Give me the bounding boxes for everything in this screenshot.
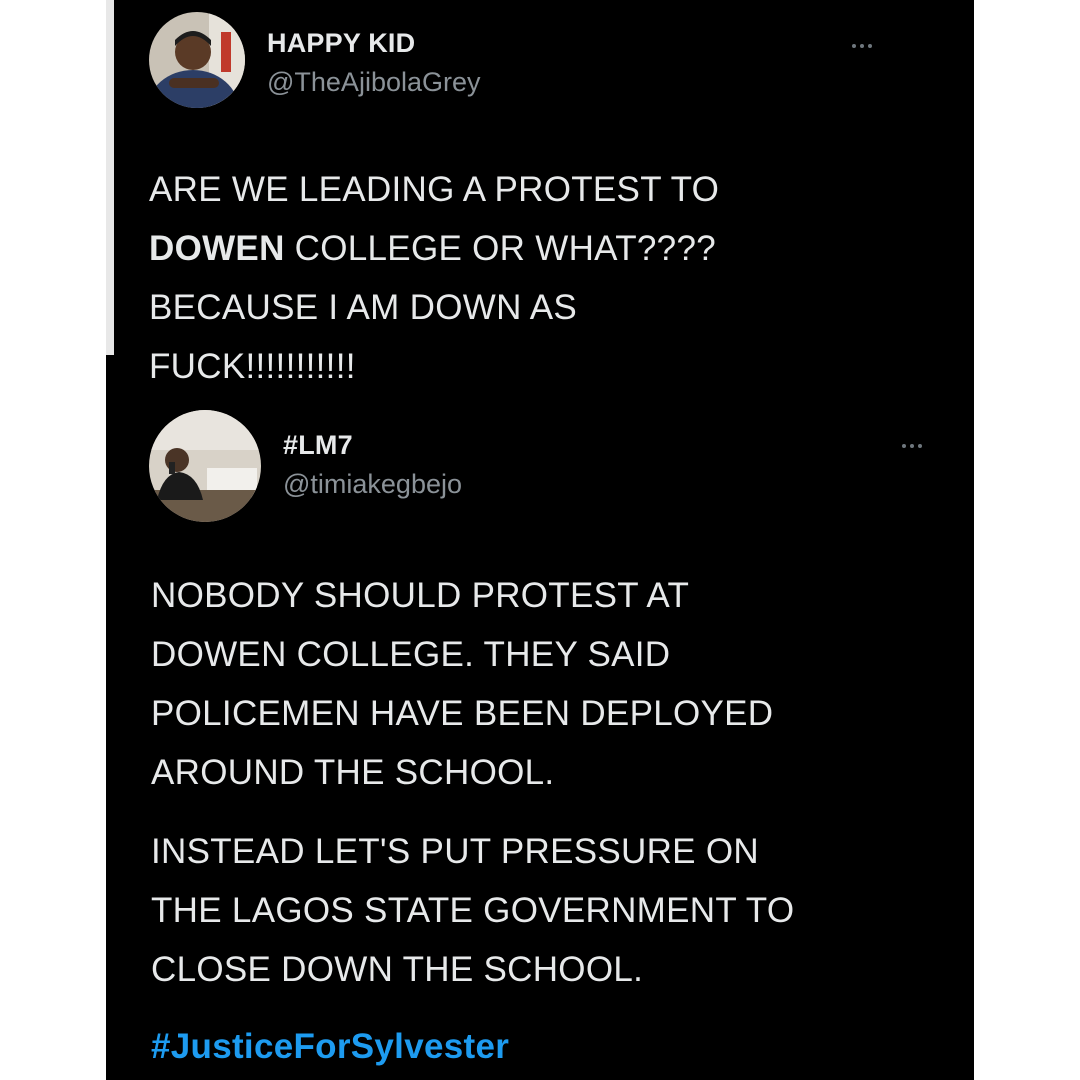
tweet-2-line: INSTEAD LET'S PUT PRESSURE ON <box>151 832 759 871</box>
bold-word: DOWEN <box>149 229 285 268</box>
tweet-2-line: AROUND THE SCHOOL. <box>151 753 555 792</box>
tweet-1-text: ARE WE LEADING A PROTEST TO DOWEN COLLEG… <box>149 160 719 396</box>
handle[interactable]: @timiakegbejo <box>283 469 462 500</box>
tweet-2-line: POLICEMEN HAVE BEEN DEPLOYED <box>151 694 774 733</box>
tweet-1-header: HAPPY KID @TheAjibolaGrey <box>149 12 481 108</box>
tweet-2-line: CLOSE DOWN THE SCHOOL. <box>151 950 644 989</box>
tweet-2-text: NOBODY SHOULD PROTEST AT DOWEN COLLEGE. … <box>151 566 794 1076</box>
tweet-1-line: FUCK!!!!!!!!!!! <box>149 347 356 386</box>
avatar[interactable] <box>149 410 261 522</box>
tweet-1-line: DOWEN COLLEGE OR WHAT???? <box>149 219 719 278</box>
display-name[interactable]: #LM7 <box>283 430 462 461</box>
tweet-1-line: BECAUSE I AM DOWN AS <box>149 288 578 327</box>
handle[interactable]: @TheAjibolaGrey <box>267 67 481 98</box>
tweet-2-line: DOWEN COLLEGE. THEY SAID <box>151 635 671 674</box>
more-horizontal-icon[interactable] <box>852 44 872 48</box>
avatar[interactable] <box>149 12 245 108</box>
screenshot-frame: HAPPY KID @TheAjibolaGrey ARE WE LEADING… <box>106 0 974 1080</box>
tweet-2-header: #LM7 @timiakegbejo <box>149 410 462 522</box>
tweet-2-line: NOBODY SHOULD PROTEST AT <box>151 576 690 615</box>
hashtag-link[interactable]: #JusticeForSylvester <box>151 1017 794 1076</box>
tweet-2-names: #LM7 @timiakegbejo <box>283 430 462 500</box>
more-horizontal-icon[interactable] <box>902 444 922 448</box>
tweet-1-names: HAPPY KID @TheAjibolaGrey <box>267 28 481 98</box>
tweet-1-line-rest: COLLEGE OR WHAT???? <box>284 229 716 268</box>
display-name[interactable]: HAPPY KID <box>267 28 481 59</box>
scrollbar[interactable] <box>106 0 114 355</box>
avatar-photo <box>149 410 261 522</box>
tweet-2-line: THE LAGOS STATE GOVERNMENT TO <box>151 891 795 930</box>
tweet-1-line: ARE WE LEADING A PROTEST TO <box>149 170 720 209</box>
avatar-photo <box>149 12 245 108</box>
